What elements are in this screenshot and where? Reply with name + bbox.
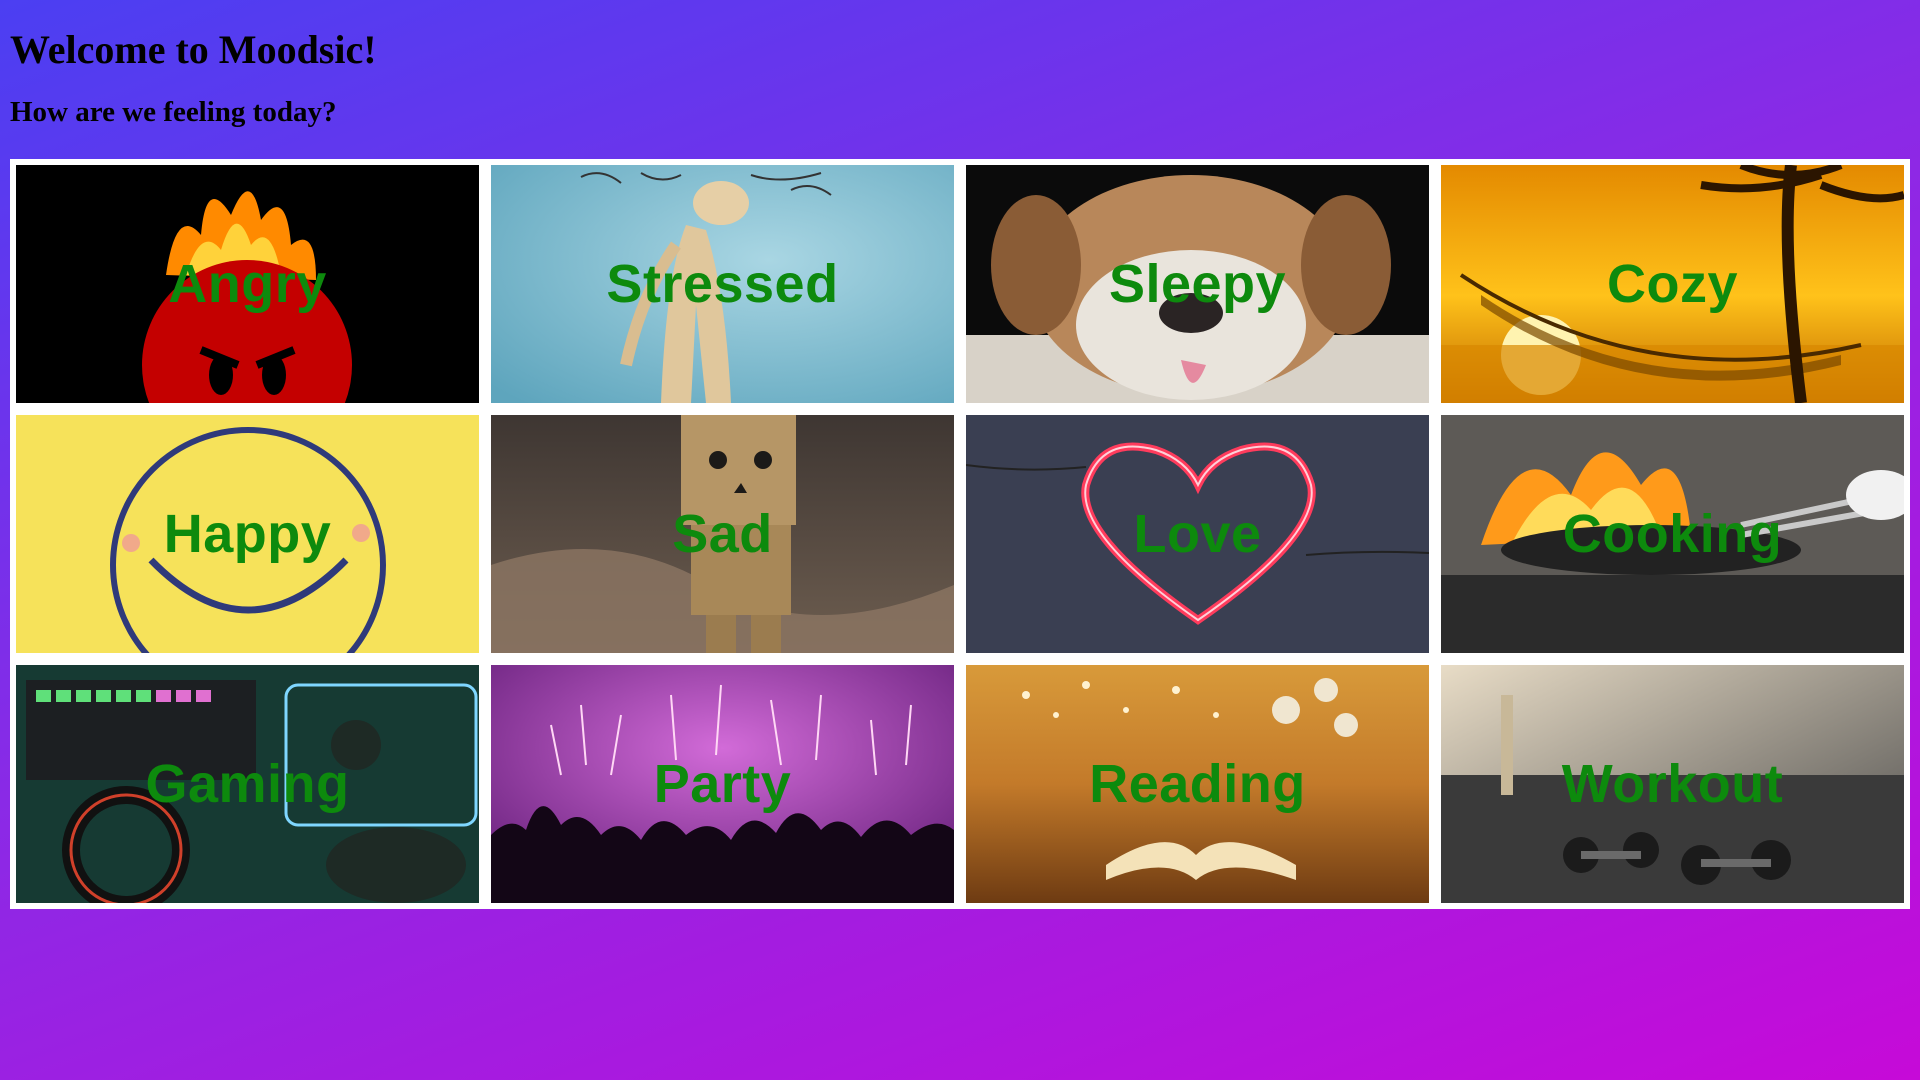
mood-label: Love [1133, 504, 1262, 564]
mood-tile-reading[interactable]: Reading [966, 665, 1429, 903]
mood-tile-workout[interactable]: Workout [1441, 665, 1904, 903]
mood-tile-gaming[interactable]: Gaming [16, 665, 479, 903]
mood-tile-cooking[interactable]: Cooking [1441, 415, 1904, 653]
mood-label: Cooking [1562, 504, 1783, 564]
mood-label: Stressed [606, 254, 839, 314]
mood-tile-love[interactable]: Love [966, 415, 1429, 653]
mood-label: Happy [163, 504, 332, 564]
mood-grid-frame: Angry Stressed Sleepy Cozy Happy Sad Lov… [10, 159, 1910, 909]
mood-tile-cozy[interactable]: Cozy [1441, 165, 1904, 403]
page-subtitle: How are we feeling today? [10, 96, 337, 128]
mood-label: Angry [168, 254, 327, 314]
mood-tile-party[interactable]: Party [491, 665, 954, 903]
mood-tile-happy[interactable]: Happy [16, 415, 479, 653]
mood-label: Sleepy [1108, 254, 1287, 314]
mood-tile-sleepy[interactable]: Sleepy [966, 165, 1429, 403]
mood-label: Reading [1089, 754, 1306, 814]
mood-label: Gaming [145, 754, 350, 814]
mood-grid: Angry Stressed Sleepy Cozy Happy Sad Lov… [16, 165, 1904, 903]
mood-tile-stressed[interactable]: Stressed [491, 165, 954, 403]
mood-label: Sad [672, 504, 773, 564]
mood-tile-angry[interactable]: Angry [16, 165, 479, 403]
mood-tile-sad[interactable]: Sad [491, 415, 954, 653]
mood-label: Workout [1561, 754, 1784, 814]
mood-label: Cozy [1606, 254, 1738, 314]
page-header: Welcome to Moodsic! How are we feeling t… [10, 0, 377, 129]
mood-label: Party [653, 754, 792, 814]
